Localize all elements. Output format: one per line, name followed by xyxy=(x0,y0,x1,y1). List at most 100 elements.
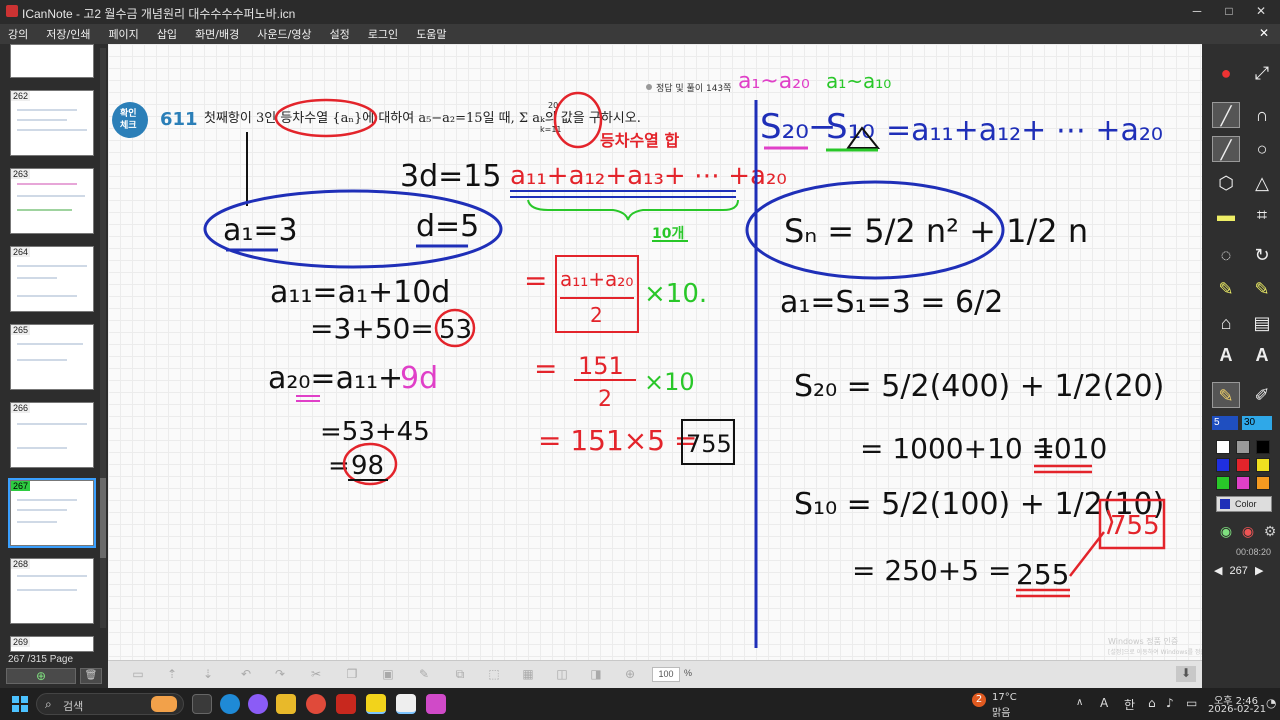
cut-icon[interactable]: ✂ xyxy=(308,667,324,681)
marker-icon[interactable]: ✎ xyxy=(1248,276,1276,302)
swatch-black[interactable] xyxy=(1256,440,1270,454)
swatch-orange[interactable] xyxy=(1256,476,1270,490)
weather-temp[interactable]: 17°C xyxy=(992,692,1017,703)
swatch-green[interactable] xyxy=(1216,476,1230,490)
page-up-icon[interactable]: ⇡ xyxy=(164,667,180,681)
copilot-icon[interactable] xyxy=(248,694,268,714)
menu-lecture[interactable]: 강의 xyxy=(8,26,28,42)
clock-date[interactable]: 2026-02-21 xyxy=(1208,704,1266,715)
send-back-icon[interactable]: ◨ xyxy=(588,667,604,681)
maximize-button[interactable]: □ xyxy=(1220,3,1238,19)
delete-icon[interactable]: ✎ xyxy=(416,667,432,681)
undo-icon[interactable]: ↶ xyxy=(238,667,254,681)
ime-mode-a[interactable]: A xyxy=(1100,696,1108,710)
color-picker-button[interactable]: Color xyxy=(1216,496,1272,512)
task-view-icon[interactable] xyxy=(192,694,212,714)
kakaotalk-icon[interactable] xyxy=(366,694,386,714)
zoom-icon[interactable]: ⊕ xyxy=(622,667,638,681)
chrome-icon[interactable] xyxy=(306,694,326,714)
note-canvas[interactable]: 정답 및 풀이 143쪽 확인 체크 611 첫째항이 3인 등차수열 {aₙ}… xyxy=(108,44,1202,660)
image-icon[interactable]: ▤ xyxy=(1248,310,1276,336)
eraser-size-select[interactable]: 30 xyxy=(1242,416,1272,430)
menu-login[interactable]: 로그인 xyxy=(368,26,398,42)
note-tool-icon[interactable]: ▬ xyxy=(1212,202,1240,228)
text-icon[interactable]: A xyxy=(1212,342,1240,368)
thumbnail-page-263[interactable]: 263 xyxy=(10,168,94,234)
menu-help[interactable]: 도움말 xyxy=(416,26,446,42)
thumbnail-page-267[interactable]: 267 xyxy=(8,478,96,548)
thumbnail-partial[interactable] xyxy=(10,44,94,78)
icannote-icon[interactable] xyxy=(396,694,416,714)
taskbar-search[interactable]: ⌕ 검색 xyxy=(36,693,184,715)
tray-chevron-icon[interactable]: ∧ xyxy=(1076,697,1083,708)
volume-icon[interactable]: ♪ xyxy=(1166,696,1174,710)
settings-icon[interactable]: ⚙ xyxy=(1256,518,1280,544)
thumbnail-scrollbar[interactable] xyxy=(100,48,106,628)
minimize-button[interactable]: ─ xyxy=(1188,3,1206,19)
menu-save-print[interactable]: 저장/인쇄 xyxy=(46,26,90,42)
menu-page[interactable]: 페이지 xyxy=(108,26,138,42)
close-button[interactable]: ✕ xyxy=(1252,3,1270,19)
crop-tool-icon[interactable]: ⌗ xyxy=(1248,202,1276,228)
menu-screen-background[interactable]: 화면/배경 xyxy=(195,26,239,42)
shape-tool-icon[interactable]: ⬡ xyxy=(1212,170,1240,196)
curve-tool-icon[interactable]: ∩ xyxy=(1248,102,1276,128)
panel-close-icon[interactable]: ✕ xyxy=(1256,26,1272,42)
menu-sound-video[interactable]: 사운드/영상 xyxy=(257,26,311,42)
edge-icon[interactable] xyxy=(220,694,240,714)
prev-page-icon[interactable]: ◀ xyxy=(1214,565,1222,577)
line-tool-icon[interactable]: ╱ xyxy=(1212,102,1240,128)
paste-icon[interactable]: ▣ xyxy=(380,667,396,681)
text-style-icon[interactable]: A xyxy=(1248,342,1276,368)
scroll-down-icon[interactable]: ⬇ xyxy=(1176,666,1196,682)
menu-insert[interactable]: 삽입 xyxy=(157,26,177,42)
expand-icon[interactable]: ⤢ xyxy=(1248,60,1276,86)
bring-front-icon[interactable]: ◫ xyxy=(554,667,570,681)
thumbnail-page-266[interactable]: 266 xyxy=(10,402,94,468)
refresh-icon[interactable]: ↻ xyxy=(1248,242,1276,268)
stamp-icon[interactable]: ⌂ xyxy=(1212,310,1240,336)
thumbnail-number: 268 xyxy=(11,559,31,569)
triangle-tool-icon[interactable]: △ xyxy=(1248,170,1276,196)
thumbnail-page-262[interactable]: 262 xyxy=(10,90,94,156)
weather-desc[interactable]: 맑음 xyxy=(992,704,1010,719)
thumbnail-page-269[interactable]: 269 xyxy=(10,636,94,652)
redo-icon[interactable]: ↷ xyxy=(272,667,288,681)
thumbnail-page-268[interactable]: 268 xyxy=(10,558,94,624)
circle-tool-icon[interactable]: ○ xyxy=(1248,136,1276,162)
swatch-white[interactable] xyxy=(1216,440,1230,454)
next-page-icon[interactable]: ▶ xyxy=(1255,565,1263,577)
file-explorer-icon[interactable] xyxy=(276,694,296,714)
windows-start-icon[interactable] xyxy=(12,696,28,712)
ungroup-icon[interactable]: ⬚ xyxy=(486,667,502,681)
swatch-gray[interactable] xyxy=(1236,440,1250,454)
delete-page-button[interactable]: 🗑 xyxy=(80,668,102,684)
fit-icon[interactable]: ▭ xyxy=(130,667,146,681)
swatch-red[interactable] xyxy=(1236,458,1250,472)
page-down-icon[interactable]: ⇣ xyxy=(200,667,216,681)
thumbnail-page-265[interactable]: 265 xyxy=(10,324,94,390)
add-page-button[interactable]: ⊕ xyxy=(6,668,76,684)
battery-icon[interactable]: ▭ xyxy=(1186,696,1197,710)
select-all-icon[interactable]: ▦ xyxy=(520,667,536,681)
pen-color-icon[interactable]: ✎ xyxy=(1212,382,1240,408)
pen-tool-icon[interactable]: ╱ xyxy=(1212,136,1240,162)
snipping-tool-icon[interactable] xyxy=(426,694,446,714)
highlighter-icon[interactable]: ✎ xyxy=(1212,276,1240,302)
swatch-blue[interactable] xyxy=(1216,458,1230,472)
record-icon[interactable]: ● xyxy=(1212,60,1240,86)
lasso-icon[interactable]: ◌ xyxy=(1212,242,1240,268)
ime-mode-han[interactable]: 한 xyxy=(1124,696,1135,713)
copy-icon[interactable]: ❐ xyxy=(344,667,360,681)
notification-bell-icon[interactable]: ◔ xyxy=(1266,696,1276,710)
acrobat-icon[interactable] xyxy=(336,694,356,714)
thumbnail-page-264[interactable]: 264 xyxy=(10,246,94,312)
zoom-input[interactable]: 100 xyxy=(652,667,680,682)
menu-settings[interactable]: 설정 xyxy=(330,26,350,42)
swatch-pink[interactable] xyxy=(1236,476,1250,490)
pen-size-select[interactable]: 5 xyxy=(1212,416,1238,430)
swatch-yellow[interactable] xyxy=(1256,458,1270,472)
network-icon[interactable]: ⌂ xyxy=(1148,696,1156,710)
eraser-icon[interactable]: ✐ xyxy=(1248,382,1276,408)
group-icon[interactable]: ⧉ xyxy=(452,667,468,681)
